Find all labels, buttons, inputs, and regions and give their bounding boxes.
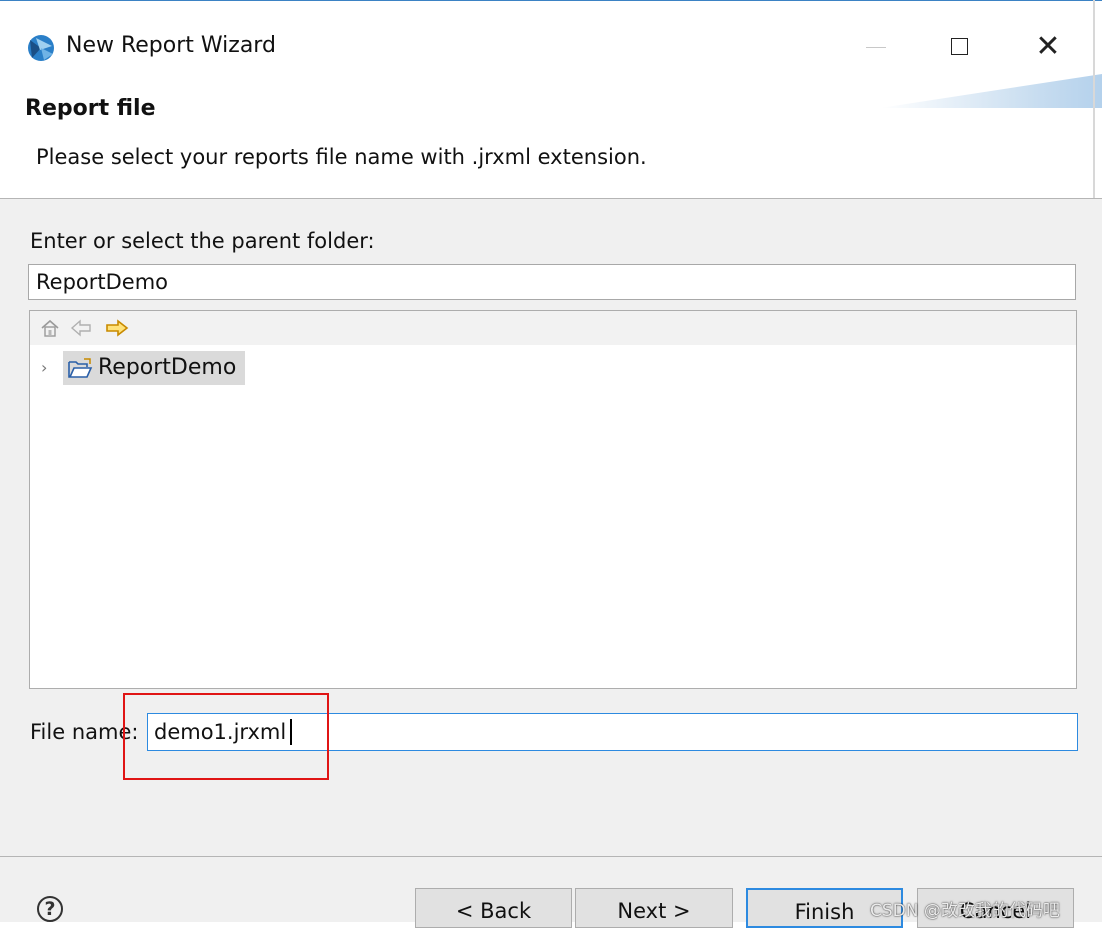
tree-toolbar (30, 311, 1076, 345)
back-button[interactable]: < Back (415, 888, 572, 928)
next-button[interactable]: Next > (575, 888, 733, 928)
header-edge-divider (1093, 0, 1095, 198)
red-annotation-box (123, 693, 329, 780)
page-description: Please select your reports file name wit… (36, 145, 647, 169)
tree-item-label: ReportDemo (98, 355, 237, 380)
wizard-header (0, 80, 1102, 198)
close-button[interactable]: ✕ (1026, 28, 1070, 68)
page-title: Report file (25, 96, 156, 121)
open-folder-icon (68, 358, 93, 378)
home-icon[interactable] (40, 318, 60, 338)
jaspersoft-app-icon (28, 35, 54, 61)
forward-arrow-icon[interactable] (105, 318, 129, 338)
window-title: New Report Wizard (66, 33, 276, 58)
expand-chevron-icon[interactable]: › (41, 358, 53, 378)
minimize-button[interactable] (856, 28, 896, 68)
watermark: CSDN @改改我的代码吧 (870, 901, 1060, 921)
parent-folder-label: Enter or select the parent folder: (30, 229, 375, 253)
help-icon[interactable]: ? (37, 896, 63, 922)
maximize-button[interactable] (940, 28, 980, 68)
back-arrow-icon[interactable] (70, 318, 92, 338)
parent-folder-input[interactable]: ReportDemo (28, 264, 1076, 300)
